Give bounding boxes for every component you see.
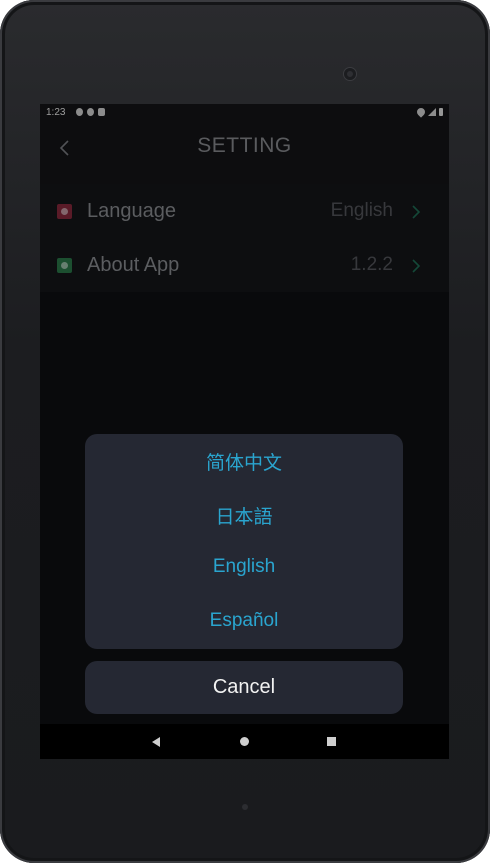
tablet-frame: 1:23 SETTING Language English About App … (0, 0, 490, 863)
navigation-bar (40, 724, 449, 759)
home-icon[interactable] (240, 737, 249, 746)
language-picker-sheet: 简体中文 日本語 English Español (85, 434, 403, 649)
language-option-spanish[interactable]: Español (85, 610, 403, 632)
language-option-simplified-chinese[interactable]: 简体中文 (85, 448, 403, 475)
front-camera (344, 68, 356, 80)
screen: 1:23 SETTING Language English About App … (40, 104, 449, 759)
cancel-button[interactable]: Cancel (85, 661, 403, 714)
recents-icon[interactable] (327, 737, 336, 746)
back-icon[interactable] (152, 737, 160, 747)
language-option-japanese[interactable]: 日本語 (85, 502, 403, 529)
language-option-english[interactable]: English (85, 556, 403, 578)
device-sensor (242, 804, 248, 810)
